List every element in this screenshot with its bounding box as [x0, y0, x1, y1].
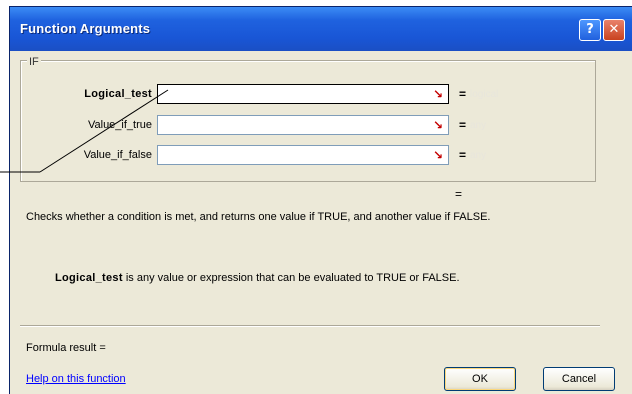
callout-line: [0, 89, 169, 173]
